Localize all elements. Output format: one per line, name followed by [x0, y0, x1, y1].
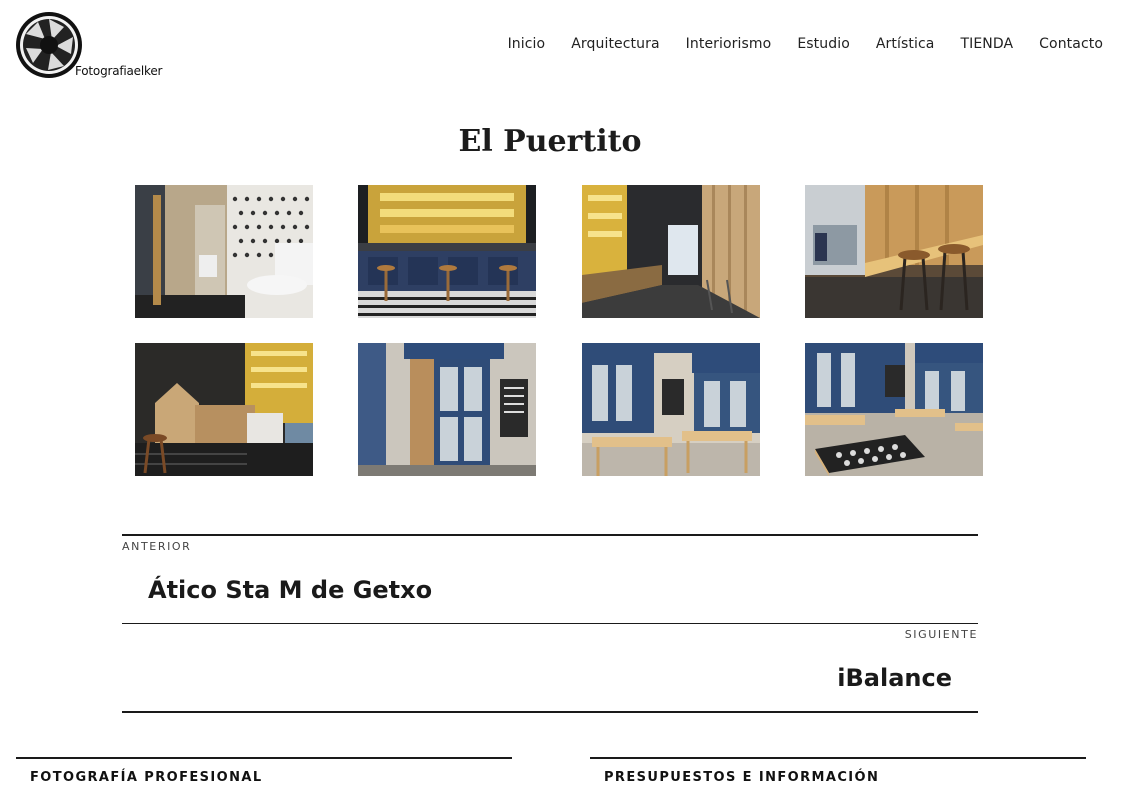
gallery-thumb-8[interactable]	[805, 343, 983, 476]
bar-stools-photo-icon	[805, 185, 983, 318]
site-header: Fotografiaelker Inicio Arquitectura Inte…	[0, 0, 1137, 95]
nav-artistica[interactable]: Artística	[876, 36, 935, 52]
main-nav: Inicio Arquitectura Interiorismo Estudio…	[508, 36, 1103, 52]
bar-interior-photo-icon	[135, 343, 313, 476]
photo-gallery	[135, 185, 983, 476]
gallery-thumb-4[interactable]	[805, 185, 983, 318]
previous-post-link[interactable]: Ático Sta M de Getxo	[148, 576, 432, 604]
restroom-photo-icon	[135, 185, 313, 318]
gallery-thumb-1[interactable]	[135, 185, 313, 318]
gallery-thumb-5[interactable]	[135, 343, 313, 476]
gallery-thumb-3[interactable]	[582, 185, 760, 318]
nav-inicio[interactable]: Inicio	[508, 36, 546, 52]
nav-interiorismo[interactable]: Interiorismo	[686, 36, 772, 52]
terrace-photo-icon	[582, 343, 760, 476]
post-nav-top-line	[122, 534, 978, 536]
previous-label: ANTERIOR	[122, 540, 192, 553]
next-label: SIGUIENTE	[904, 628, 978, 641]
bar-corridor-photo-icon	[582, 185, 760, 318]
terrace-tables-photo-icon	[805, 343, 983, 476]
logo-text: Fotografiaelker	[75, 64, 163, 78]
page-title: El Puertito	[458, 124, 642, 159]
nav-arquitectura[interactable]: Arquitectura	[571, 36, 659, 52]
post-nav-middle-line	[122, 623, 978, 624]
nav-estudio[interactable]: Estudio	[797, 36, 850, 52]
gallery-thumb-6[interactable]	[358, 343, 536, 476]
nav-tienda[interactable]: TIENDA	[960, 36, 1013, 52]
gallery-thumb-2[interactable]	[358, 185, 536, 318]
footer-col1-line	[16, 757, 512, 759]
site-logo[interactable]: Fotografiaelker	[14, 10, 164, 82]
nav-contacto[interactable]: Contacto	[1039, 36, 1103, 52]
storefront-door-photo-icon	[358, 343, 536, 476]
aperture-logo-icon	[16, 12, 82, 78]
footer-col2-line	[590, 757, 1086, 759]
bar-counter-photo-icon	[358, 185, 536, 318]
post-nav-bottom-line	[122, 711, 978, 713]
next-post-link[interactable]: iBalance	[837, 664, 952, 692]
gallery-thumb-7[interactable]	[582, 343, 760, 476]
